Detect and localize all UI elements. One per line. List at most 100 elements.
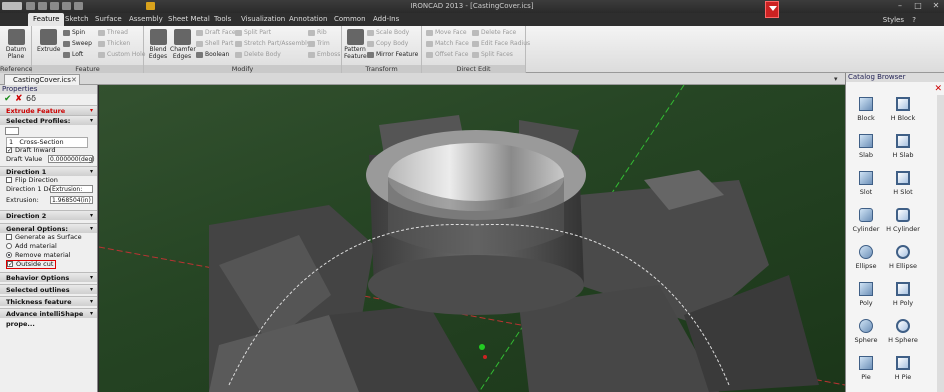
catalog-item-pie[interactable]: Pie xyxy=(846,356,886,381)
flip-direction-checkbox[interactable]: Flip Direction xyxy=(0,176,97,185)
profile-select-icon[interactable] xyxy=(5,127,19,135)
ribbon-tab-bar: Feature Sketch Surface Assembly Sheet Me… xyxy=(0,13,944,26)
catalog-item-slot[interactable]: Slot xyxy=(846,171,886,196)
3d-viewport[interactable] xyxy=(99,85,845,392)
rib-button[interactable]: Rib xyxy=(308,29,327,37)
catalog-item-h-slot[interactable]: H Slot xyxy=(883,171,923,196)
section-direction2[interactable]: Direction 2 xyxy=(0,210,97,221)
spin-button[interactable]: Spin xyxy=(63,29,85,37)
expand-arrow-icon[interactable] xyxy=(765,1,779,18)
scale-body-button[interactable]: Scale Body xyxy=(367,29,409,37)
catalog-item-cylinder[interactable]: Cylinder xyxy=(846,208,886,233)
section-behavior[interactable]: Behavior Options xyxy=(0,272,97,283)
blend-edges-button[interactable]: Blend Edges xyxy=(147,29,169,60)
direction1-select[interactable]: Extrusion: xyxy=(50,185,93,193)
catalog-item-h-poly[interactable]: H Poly xyxy=(883,282,923,307)
group-reference: Datum Plane Reference xyxy=(0,26,33,73)
catalog-item-ellipse[interactable]: Ellipse xyxy=(846,245,886,270)
generate-surface-checkbox[interactable]: Generate as Surface xyxy=(0,233,97,242)
cancel-x-icon[interactable]: ✘ xyxy=(15,94,23,104)
loft-button[interactable]: Loft xyxy=(63,51,83,59)
group-feature: Extrude Spin Sweep Loft Thread Thicken C… xyxy=(32,26,145,73)
datum-plane-button[interactable]: Datum Plane xyxy=(4,29,28,60)
tab-feature[interactable]: Feature xyxy=(28,13,65,26)
extrusion-input[interactable]: 1.968504(in) xyxy=(50,196,93,204)
catalog-item-h-pie[interactable]: H Pie xyxy=(883,356,923,381)
match-face-button[interactable]: Match Face xyxy=(426,40,469,48)
close-icon[interactable]: ✕ xyxy=(934,84,942,94)
tab-tools[interactable]: Tools xyxy=(209,13,236,26)
section-direction1[interactable]: Direction 1 xyxy=(0,166,97,177)
profile-row[interactable]: 1 Cross-Section xyxy=(0,137,97,148)
poly-icon xyxy=(859,282,873,296)
ribbon-panel: Datum Plane Reference Extrude Spin Sweep… xyxy=(0,26,944,73)
close-tab-icon[interactable]: ✕ xyxy=(71,76,77,84)
minimize-icon[interactable]: – xyxy=(892,1,908,11)
tab-visualization[interactable]: Visualization xyxy=(236,13,290,26)
extrude-button[interactable]: Extrude xyxy=(37,29,60,53)
checkbox-checked-icon[interactable]: ✓ xyxy=(6,147,12,154)
ok-check-icon[interactable]: ✔ xyxy=(4,94,12,104)
catalog-item-slab[interactable]: Slab xyxy=(846,134,886,159)
draft-value-input[interactable]: 0.000000(deg) xyxy=(48,155,95,163)
custom-hole-button[interactable]: Custom Hole xyxy=(98,51,145,59)
tab-sheet-metal[interactable]: Sheet Metal xyxy=(163,13,215,26)
catalog-scrollbar[interactable] xyxy=(937,95,944,392)
edit-face-radius-button[interactable]: Edit Face Radius xyxy=(472,40,530,48)
move-face-button[interactable]: Move Face xyxy=(426,29,467,37)
chamfer-edges-button[interactable]: Chamfer Edges xyxy=(170,29,196,60)
catalog-item-h-slab[interactable]: H Slab xyxy=(883,134,923,159)
shell-part-button[interactable]: Shell Part xyxy=(196,40,233,48)
catalog-item-h-ellipse[interactable]: H Ellipse xyxy=(883,245,923,270)
section-selected-outlines[interactable]: Selected outlines xyxy=(0,284,97,295)
help-icon[interactable]: ? xyxy=(912,16,916,24)
chevron-down-icon[interactable]: ▾ xyxy=(834,75,838,83)
h-slot-icon xyxy=(896,171,910,185)
split-part-button[interactable]: Split Part xyxy=(235,29,271,37)
outside-cut-checkbox[interactable]: ✓ Outside cut xyxy=(0,260,97,269)
maximize-icon[interactable]: □ xyxy=(910,1,926,11)
thicken-button[interactable]: Thicken xyxy=(98,40,130,48)
styles-menu[interactable]: Styles xyxy=(883,16,904,24)
offset-face-button[interactable]: Offset Face xyxy=(426,51,469,59)
add-material-radio[interactable]: Add material xyxy=(0,242,97,251)
split-faces-button[interactable]: Split Faces xyxy=(472,51,513,59)
tab-add-ins[interactable]: Add-Ins xyxy=(368,13,404,26)
catalog-item-h-sphere[interactable]: H Sphere xyxy=(883,319,923,344)
delete-face-button[interactable]: Delete Face xyxy=(472,29,516,37)
group-label: Reference xyxy=(0,65,33,73)
group-label: Modify xyxy=(144,65,341,73)
catalog-item-block[interactable]: Block xyxy=(846,97,886,122)
chamfer-icon xyxy=(173,29,191,45)
thread-button[interactable]: Thread xyxy=(98,29,128,37)
tab-sketch[interactable]: Sketch xyxy=(60,13,94,26)
sphere-icon xyxy=(859,319,873,333)
boolean-button[interactable]: Boolean xyxy=(196,51,229,59)
tab-surface[interactable]: Surface xyxy=(90,13,127,26)
tab-annotation[interactable]: Annotation xyxy=(284,13,332,26)
pattern-feature-button[interactable]: Pattern Feature xyxy=(344,29,367,60)
close-window-icon[interactable]: ✕ xyxy=(928,1,944,11)
catalog-item-sphere[interactable]: Sphere xyxy=(846,319,886,344)
section-selected-profiles[interactable]: Selected Profiles: xyxy=(0,115,97,126)
draft-inward-checkbox[interactable]: ✓ Draft Inward xyxy=(0,146,97,155)
tab-common[interactable]: Common xyxy=(329,13,371,26)
delete-body-button[interactable]: Delete Body xyxy=(235,51,281,59)
mirror-feature-button[interactable]: Mirror Feature xyxy=(367,51,418,59)
catalog-item-poly[interactable]: Poly xyxy=(846,282,886,307)
catalog-item-h-block[interactable]: H Block xyxy=(883,97,923,122)
remove-material-radio[interactable]: Remove material xyxy=(0,251,97,260)
tab-assembly[interactable]: Assembly xyxy=(124,13,168,26)
emboss-button[interactable]: Emboss xyxy=(308,51,340,59)
section-thickness[interactable]: Thickness feature xyxy=(0,296,97,307)
copy-body-button[interactable]: Copy Body xyxy=(367,40,408,48)
catalog-item-h-cylinder[interactable]: H Cylinder xyxy=(883,208,923,233)
trim-button[interactable]: Trim xyxy=(308,40,330,48)
draft-faces-button[interactable]: Draft Faces xyxy=(196,29,239,37)
stretch-button[interactable]: Stretch Part/Assembly xyxy=(235,40,310,48)
section-general[interactable]: General Options: xyxy=(0,223,97,234)
preview-icon[interactable]: 6δ xyxy=(26,94,36,103)
section-advance[interactable]: Advance intelliShape prope... xyxy=(0,308,97,328)
sweep-button[interactable]: Sweep xyxy=(63,40,92,48)
document-tab[interactable]: CastingCover.ics xyxy=(4,74,80,85)
